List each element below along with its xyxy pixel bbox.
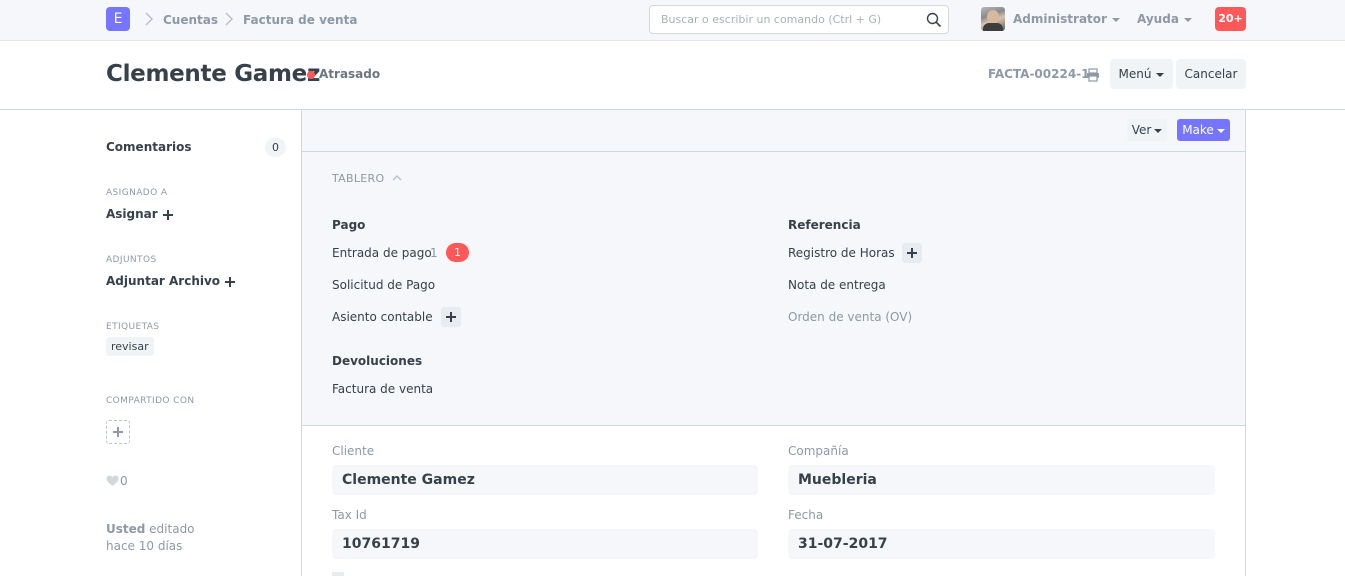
make-button[interactable]: Make — [1177, 119, 1230, 141]
form-section: Cliente Clemente Gamez Compañía Muebleri… — [302, 426, 1245, 576]
link-asiento-contable[interactable]: Asiento contable — [332, 310, 433, 324]
user-menu[interactable]: Administrator — [1013, 12, 1120, 26]
tag-revisar[interactable]: revisar — [106, 337, 154, 356]
tax-id-label: Tax Id — [332, 508, 367, 522]
view-button-label: Ver — [1131, 123, 1152, 137]
breadcrumb-factura-de-venta[interactable]: Factura de venta — [243, 12, 357, 28]
search-input[interactable]: Buscar o escribir un comando (Ctrl + G) — [649, 5, 949, 34]
chevron-right-icon — [225, 12, 234, 26]
navbar: E Cuentas Factura de venta Buscar o escr… — [0, 0, 1345, 41]
link-nota-de-entrega[interactable]: Nota de entrega — [788, 278, 886, 292]
add-registro-de-horas-button[interactable] — [902, 243, 922, 263]
help-menu[interactable]: Ayuda — [1137, 12, 1192, 26]
heart-icon[interactable] — [106, 475, 119, 487]
dashboard-section: TABLERO Pago Entrada de pago 1 1 Solicit… — [302, 152, 1245, 426]
assign-button[interactable]: Asignar — [106, 207, 173, 221]
modified-action: editado — [145, 522, 195, 536]
date-field[interactable]: 31-07-2017 — [788, 529, 1215, 559]
group-title-devoluciones: Devoluciones — [332, 354, 423, 368]
group-title-pago: Pago — [332, 218, 366, 232]
attachments-caption: ADJUNTOS — [106, 255, 157, 265]
add-asiento-contable-button[interactable] — [441, 307, 461, 327]
caret-down-icon — [1111, 17, 1120, 22]
view-button[interactable]: Ver — [1127, 119, 1167, 141]
plus-icon — [225, 276, 236, 287]
link-solicitud-de-pago[interactable]: Solicitud de Pago — [332, 278, 435, 292]
caret-down-icon — [1156, 72, 1165, 77]
company-label: Compañía — [788, 444, 849, 458]
link-orden-de-venta[interactable]: Orden de venta (OV) — [788, 310, 912, 324]
search-placeholder: Buscar o escribir un comando (Ctrl + G) — [661, 13, 882, 26]
search-icon[interactable] — [926, 12, 942, 28]
link-entrada-de-pago[interactable]: Entrada de pago — [332, 246, 432, 260]
modified-by[interactable]: Usted — [106, 522, 145, 536]
page-title: Clemente Gamez — [106, 61, 321, 87]
notifications-badge[interactable]: 20+ — [1215, 7, 1246, 31]
user-menu-label: Administrator — [1013, 12, 1107, 26]
company-field[interactable]: Muebleria — [788, 465, 1215, 495]
tags-caption: ETIQUETAS — [106, 322, 160, 332]
cancel-button[interactable]: Cancelar — [1176, 59, 1246, 89]
comments-count: 0 — [265, 138, 286, 157]
link-registro-de-horas[interactable]: Registro de Horas — [788, 246, 895, 260]
status-badge: Atrasado — [319, 67, 381, 81]
entrada-de-pago-count: 1 — [430, 246, 438, 260]
modified-when: hace 10 días — [106, 539, 183, 553]
breadcrumb-cuentas[interactable]: Cuentas — [163, 12, 218, 28]
assigned-caption: ASIGNADO A — [106, 188, 168, 198]
form-toolbar: Ver Make — [302, 110, 1245, 152]
customer-label: Cliente — [332, 444, 375, 458]
attach-file-label: Adjuntar Archivo — [106, 274, 221, 288]
caret-down-icon — [1183, 17, 1192, 22]
add-share-button[interactable] — [106, 420, 130, 444]
help-menu-label: Ayuda — [1137, 12, 1179, 26]
page-head: Clemente Gamez Atrasado FACTA-00224-1 Me… — [0, 41, 1345, 110]
caret-down-icon — [1154, 128, 1163, 133]
status-indicator-dot — [307, 71, 315, 79]
plus-icon — [162, 209, 173, 220]
comments-label[interactable]: Comentarios — [106, 140, 192, 154]
customer-field[interactable]: Clemente Gamez — [332, 465, 758, 495]
document-id: FACTA-00224-1 — [988, 67, 1090, 81]
caret-down-icon — [1216, 128, 1225, 133]
chevron-up-icon[interactable] — [392, 174, 402, 182]
print-icon[interactable] — [1086, 68, 1100, 82]
avatar[interactable] — [981, 7, 1005, 31]
make-button-label: Make — [1182, 123, 1214, 137]
date-label: Fecha — [788, 508, 824, 522]
main-content: Ver Make TABLERO Pago Entrada de pago 1 … — [301, 110, 1246, 576]
cut-off-field-left — [332, 570, 452, 576]
app-logo[interactable]: E — [106, 7, 130, 31]
menu-button[interactable]: Menú — [1110, 59, 1173, 89]
attach-file-button[interactable]: Adjuntar Archivo — [106, 274, 236, 288]
link-factura-de-venta[interactable]: Factura de venta — [332, 382, 433, 396]
tax-id-field[interactable]: 10761719 — [332, 529, 758, 559]
assign-label: Asignar — [106, 207, 158, 221]
group-title-referencia: Referencia — [788, 218, 861, 232]
chevron-right-icon — [145, 12, 154, 26]
shared-caption: COMPARTIDO CON — [106, 396, 195, 406]
entrada-de-pago-badge[interactable]: 1 — [446, 243, 469, 262]
menu-button-label: Menú — [1118, 67, 1152, 81]
dashboard-caption[interactable]: TABLERO — [332, 172, 384, 185]
like-count: 0 — [120, 474, 128, 488]
modified-info: Usted editado hace 10 días — [106, 521, 195, 555]
